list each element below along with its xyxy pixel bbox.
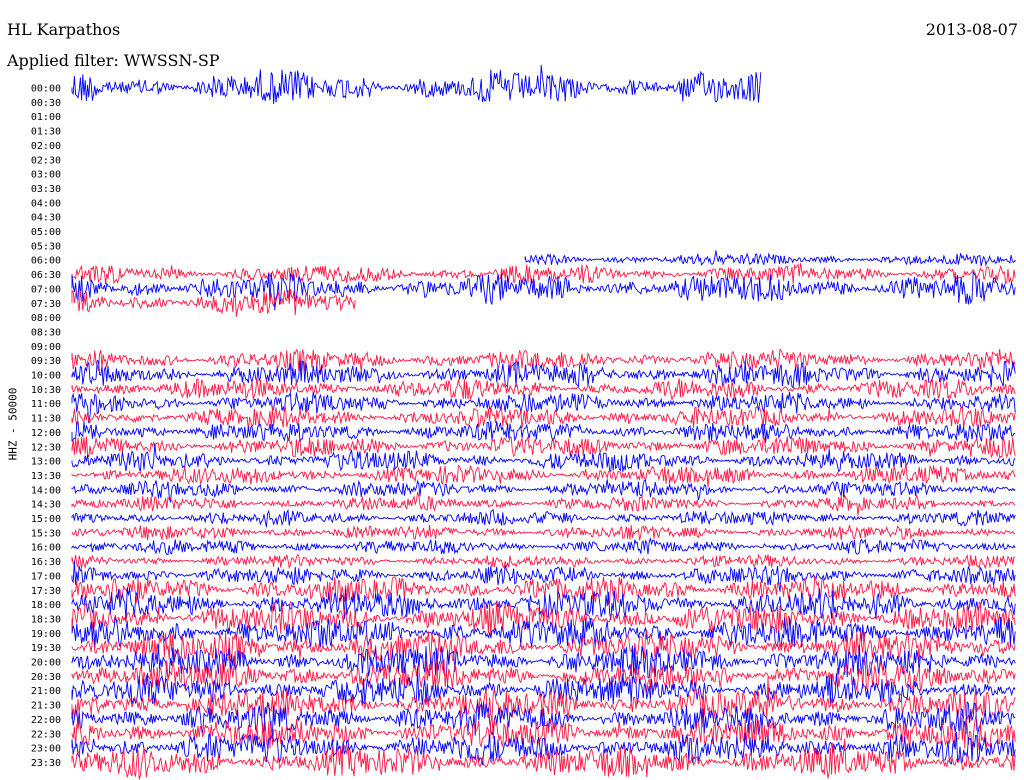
seismogram-plot: 00:00 00:30 01:00 01:30 02:00 02:30 03:00 03:30… [31,64,1016,780]
trace-1530 [71,524,1016,541]
row-label-1730: 17:30 [31,586,61,597]
row-label-1100: 11:00 [31,399,61,410]
row-label-1430: 14:30 [31,500,61,511]
row-label-0100: 01:00 [31,112,61,123]
row-label-1600: 16:00 [31,543,61,554]
row-label-1930: 19:30 [31,643,61,654]
trace-1000 [71,360,1016,389]
row-label-0000: 00:00 [31,84,61,95]
row-label-0200: 02:00 [31,141,61,152]
row-label-0800: 08:00 [31,313,61,324]
time-row-labels: 00:00 00:30 01:00 01:30 02:00 02:30 03:00 03:30… [31,84,61,769]
row-label-1630: 16:30 [31,557,61,568]
trace-1500 [71,508,1016,528]
row-label-0330: 03:30 [31,184,61,195]
row-label-1000: 10:00 [31,371,61,382]
row-label-2330: 23:30 [31,758,61,769]
row-label-1230: 12:30 [31,442,61,453]
row-label-1530: 15:30 [31,528,61,539]
row-label-0030: 00:30 [31,98,61,109]
trace-1630 [71,553,1016,570]
row-label-1300: 13:00 [31,457,61,468]
row-label-0630: 06:30 [31,270,61,281]
trace-1130 [71,405,1016,431]
row-label-0430: 04:30 [31,213,61,224]
row-label-0600: 06:00 [31,256,61,267]
row-label-0900: 09:00 [31,342,61,353]
trace-1200 [71,420,1016,443]
row-label-1400: 14:00 [31,485,61,496]
row-label-1500: 15:00 [31,514,61,525]
row-label-0400: 04:00 [31,198,61,209]
row-label-0700: 07:00 [31,284,61,295]
row-label-1330: 13:30 [31,471,61,482]
row-label-1700: 17:00 [31,571,61,582]
row-label-2200: 22:00 [31,715,61,726]
row-label-1130: 11:30 [31,414,61,425]
row-label-2300: 23:00 [31,744,61,755]
trace-0700 [71,271,1016,311]
row-label-2030: 20:30 [31,672,61,683]
trace-0730 [71,289,356,317]
row-label-1800: 18:00 [31,600,61,611]
trace-1600 [71,536,1016,556]
row-label-1200: 12:00 [31,428,61,439]
row-label-0130: 01:30 [31,127,61,138]
trace-1030 [71,376,1016,401]
row-label-2230: 22:30 [31,729,61,740]
row-label-1900: 19:00 [31,629,61,640]
row-label-2000: 20:00 [31,658,61,669]
row-label-0730: 07:30 [31,299,61,310]
row-label-2100: 21:00 [31,686,61,697]
row-label-0230: 02:30 [31,155,61,166]
trace-1430 [71,491,1016,516]
row-label-2130: 21:30 [31,701,61,712]
helicorder-chart: { "header": { "station": "HL Karpathos",… [0,0,1024,780]
trace-0000 [71,64,762,105]
row-label-0830: 08:30 [31,327,61,338]
row-label-0500: 05:00 [31,227,61,238]
trace-group [71,64,1016,780]
row-label-1830: 18:30 [31,614,61,625]
row-label-0930: 09:30 [31,356,61,367]
row-label-0300: 03:00 [31,170,61,181]
row-label-1030: 10:30 [31,385,61,396]
trace-0600 [524,250,1016,267]
row-label-0530: 05:30 [31,241,61,252]
